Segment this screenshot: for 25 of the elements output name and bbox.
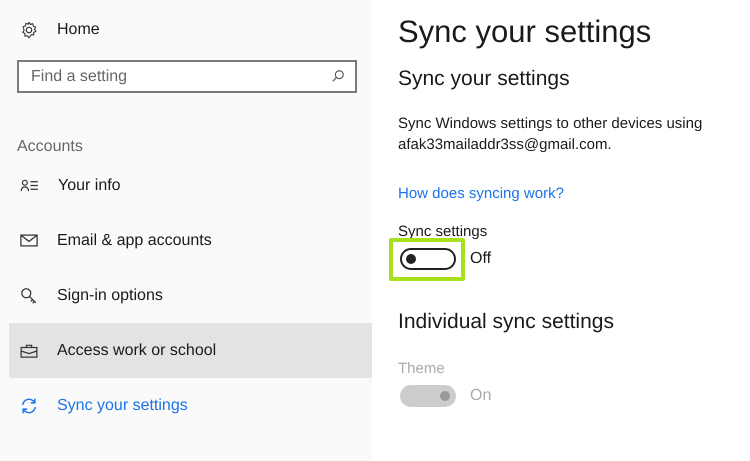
section-heading: Accounts (17, 138, 84, 157)
envelope-icon (20, 234, 38, 247)
toggle-state: Off (470, 250, 492, 268)
section-title: Individual sync settings (398, 310, 615, 334)
person-list-icon (20, 179, 39, 192)
sync-icon (20, 396, 38, 414)
description-text: Sync Windows settings to other devices using afak33mailaddr3ss@gmail.com. (398, 114, 704, 155)
briefcase-icon (20, 344, 38, 358)
nav-item[interactable]: Email & app accounts (0, 213, 372, 268)
key-icon (20, 286, 38, 304)
nav-item[interactable]: Your info (0, 158, 372, 213)
help-link[interactable]: How does syncing work? (398, 185, 564, 202)
toggle-switch[interactable] (400, 248, 456, 270)
search-field[interactable]: Find a setting (17, 60, 357, 93)
toggle-state: On (470, 387, 492, 405)
setting-label: Sync settings (398, 223, 488, 240)
nav-item[interactable]: Sign-in options (0, 268, 372, 323)
gear-icon (20, 21, 38, 39)
nav-item[interactable]: Sync your settings (0, 378, 372, 433)
search-icon (331, 69, 345, 83)
home-link[interactable]: Home (57, 21, 100, 39)
section-title: Sync your settings (398, 67, 571, 91)
page-title: Sync your settings (398, 14, 652, 51)
setting-label: Theme (398, 360, 446, 377)
nav-item[interactable]: Access work or school (9, 323, 372, 378)
